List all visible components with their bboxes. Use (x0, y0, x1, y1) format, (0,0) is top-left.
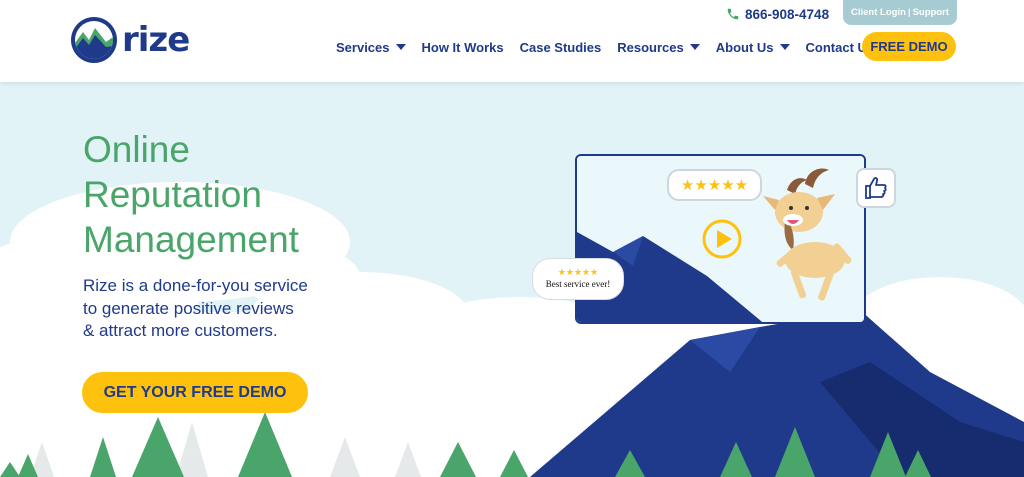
review-stars-bubble: ★★★★★ (667, 169, 762, 201)
nav-services-label: Services (336, 39, 390, 55)
phone-text: 866-908-4748 (745, 6, 830, 22)
nav-how-it-works-label: How It Works (421, 39, 504, 55)
star-icon: ★★★★★ (680, 177, 749, 194)
nav-resources-label: Resources (617, 39, 684, 55)
client-tab-separator: | (907, 7, 911, 18)
hero-title: Online Reputation Management (83, 127, 403, 262)
testimonial-bubble: ★★★★★ Best service ever! (532, 258, 624, 300)
site-header: rize 866-908-4748 Client Login | Support… (0, 0, 1024, 82)
phone-number[interactable]: 866-908-4748 (726, 4, 829, 24)
phone-icon (727, 8, 739, 20)
hero-title-line: Reputation (83, 174, 262, 215)
nav-how-it-works[interactable]: How It Works (422, 40, 504, 55)
goat-mascot-icon (763, 168, 852, 301)
nav-services[interactable]: Services (336, 40, 406, 55)
nav-about-us-label: About Us (715, 39, 774, 55)
thumbs-up-badge (856, 168, 896, 208)
client-tab: Client Login | Support (843, 0, 957, 25)
hero-section: Online Reputation Management Rize is a d… (0, 82, 1024, 477)
support-link[interactable]: Support (913, 7, 949, 18)
get-free-demo-button[interactable]: GET YOUR FREE DEMO (82, 372, 308, 413)
dropdown-caret-icon (395, 44, 406, 50)
main-nav: Services How It Works Case Studies Resou… (336, 38, 890, 56)
nav-about-us[interactable]: About Us (716, 40, 790, 55)
hero-subtitle-line: Rize is a done-for-you service (83, 276, 308, 295)
star-icon: ★★★★★ (557, 267, 599, 277)
dropdown-caret-icon (779, 44, 790, 50)
play-icon[interactable] (701, 218, 743, 260)
free-demo-button[interactable]: FREE DEMO (862, 32, 956, 61)
nav-case-studies[interactable]: Case Studies (520, 40, 602, 55)
dropdown-caret-icon (689, 44, 700, 50)
hero-subtitle-line: & attract more customers. (83, 321, 278, 340)
thumbs-up-icon (865, 177, 887, 199)
rize-logo[interactable]: rize (70, 16, 190, 64)
hero-subtitle: Rize is a done-for-you service to genera… (83, 275, 343, 343)
client-login-link[interactable]: Client Login (851, 7, 906, 18)
hero-subtitle-line: to generate positive reviews (83, 298, 294, 318)
rize-logo-icon (71, 17, 117, 63)
logo-text: rize (122, 20, 190, 60)
nav-case-studies-label: Case Studies (519, 39, 602, 55)
hero-title-line: Management (83, 219, 299, 260)
hero-title-line: Online (83, 129, 190, 170)
testimonial-text: Best service ever! (545, 279, 611, 289)
nav-resources[interactable]: Resources (617, 39, 700, 55)
